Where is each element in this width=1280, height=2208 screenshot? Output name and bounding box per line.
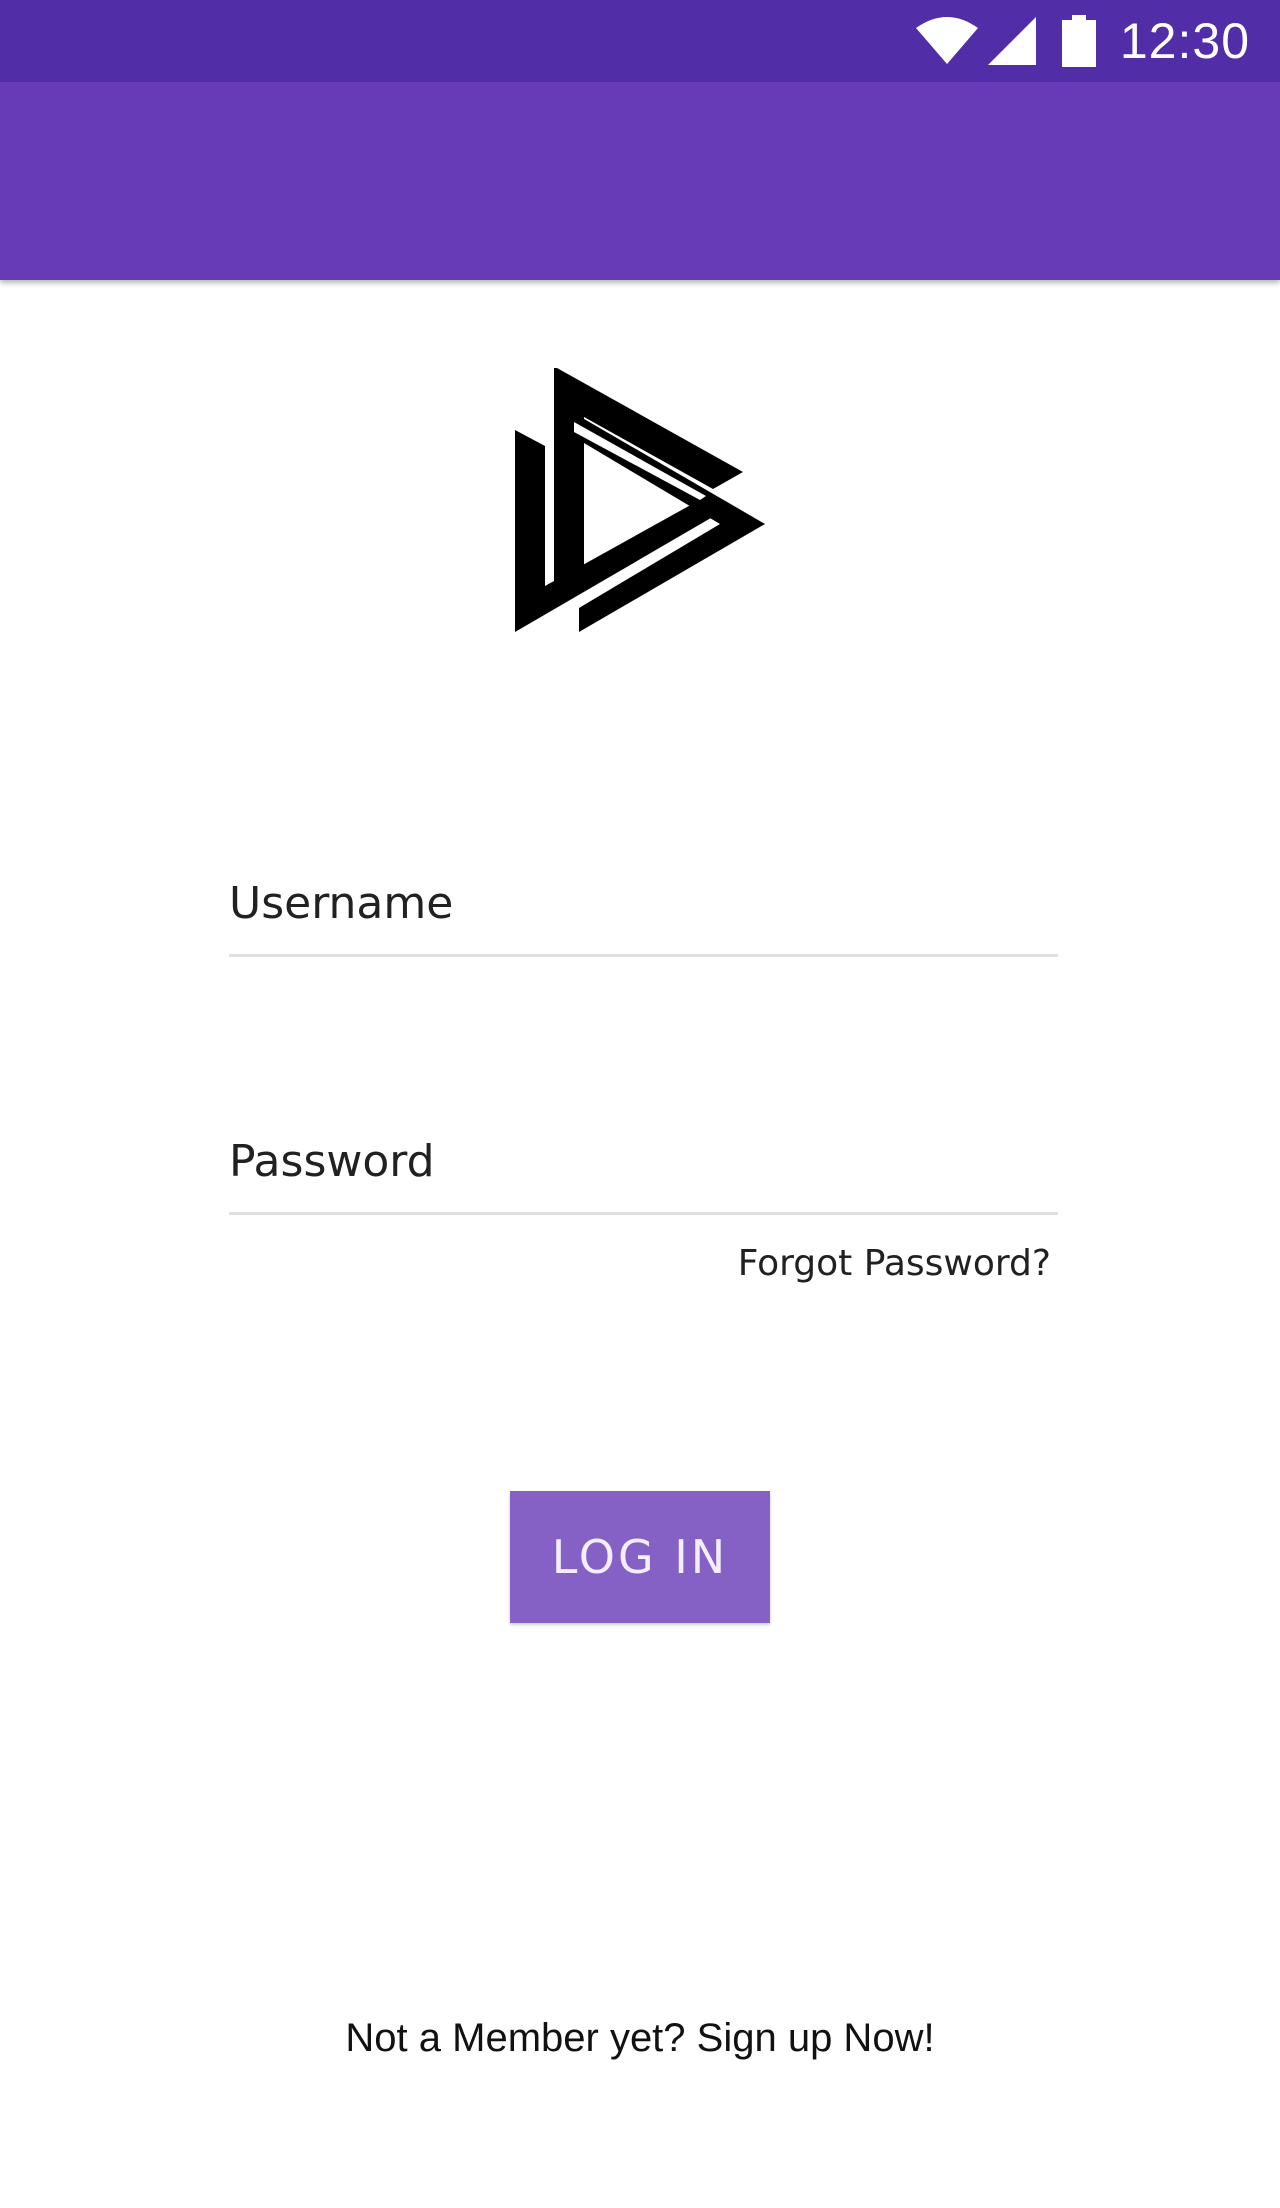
status-icons: 12:30	[914, 0, 1250, 82]
signup-link[interactable]: Not a Member yet? Sign up Now!	[0, 2016, 1280, 2061]
battery-icon	[1061, 15, 1096, 67]
login-button[interactable]: LOG IN	[510, 1491, 770, 1623]
status-bar: 12:30	[0, 0, 1280, 82]
forgot-password-link[interactable]: Forgot Password?	[738, 1243, 1051, 1284]
triangle-play-logo-icon	[510, 362, 770, 644]
username-field[interactable]	[229, 878, 1058, 957]
app-bar	[0, 82, 1280, 280]
username-input[interactable]	[229, 878, 1058, 929]
status-time: 12:30	[1119, 13, 1250, 69]
wifi-icon	[914, 16, 980, 66]
password-field[interactable]	[229, 1136, 1058, 1215]
password-input[interactable]	[229, 1136, 1058, 1187]
signal-icon	[986, 15, 1038, 67]
